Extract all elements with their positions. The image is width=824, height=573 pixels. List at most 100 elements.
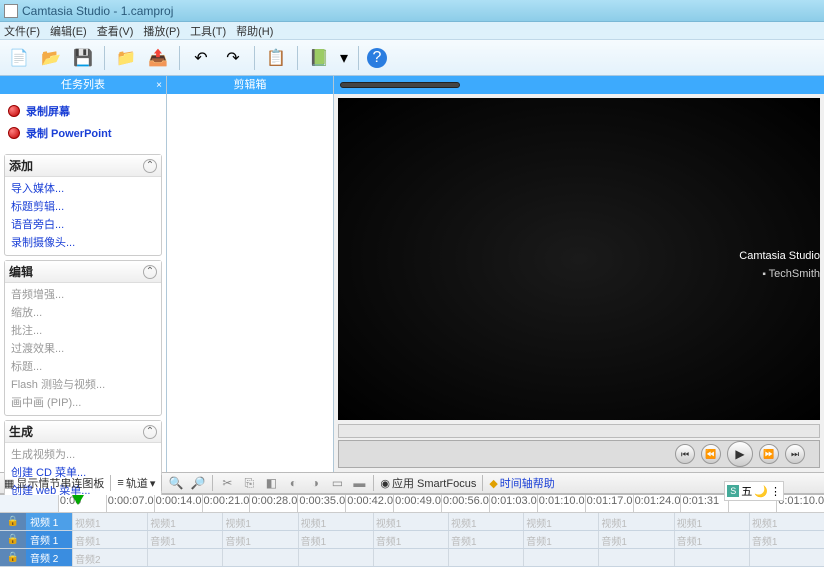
prev-button[interactable]: ⏮: [675, 444, 695, 464]
task-pane-header: 任务列表 ×: [0, 76, 166, 94]
tool-icon[interactable]: ◐: [285, 475, 301, 491]
timeline-track[interactable]: 🔒音频 1音频1音频1音频1音频1音频1音频1音频1音频1音频1音频1: [0, 531, 824, 549]
section-header[interactable]: 添加 ⌃: [5, 155, 161, 177]
clip[interactable]: 音频1: [674, 531, 749, 548]
clip[interactable]: 音频1: [298, 531, 373, 548]
preview-slider[interactable]: [340, 82, 460, 88]
clip[interactable]: 视频1: [72, 513, 147, 530]
menu-edit[interactable]: 编辑(E): [50, 23, 87, 39]
smartfocus-button[interactable]: ◉ 应用 SmartFocus: [380, 475, 476, 491]
cut-icon[interactable]: ✂: [219, 475, 235, 491]
rewind-button[interactable]: ⏪: [701, 444, 721, 464]
record-screen-button[interactable]: 录制屏幕: [4, 100, 162, 122]
menu-help[interactable]: 帮助(H): [236, 23, 273, 39]
track-label[interactable]: 音频 2: [26, 549, 72, 566]
produce-button[interactable]: 📗: [306, 45, 332, 71]
record-powerpoint-button[interactable]: 录制 PowerPoint: [4, 122, 162, 144]
window-titlebar: Camtasia Studio - 1.camproj: [0, 0, 824, 22]
show-storyboard-button[interactable]: ▦ 显示情节串连图板: [4, 475, 104, 491]
clip[interactable]: [222, 549, 297, 566]
undo-button[interactable]: ↶: [188, 45, 214, 71]
section-header[interactable]: 编辑⌃: [5, 261, 161, 283]
clip[interactable]: 音频1: [72, 531, 147, 548]
tracks-menu-button[interactable]: ≡ 轨道 ▾: [117, 475, 155, 491]
track-label[interactable]: 视频 1: [26, 513, 72, 530]
lock-icon[interactable]: 🔒: [0, 531, 26, 548]
clip-bin-area[interactable]: [167, 94, 333, 472]
task-link[interactable]: 语音旁白...: [11, 215, 155, 233]
menu-tools[interactable]: 工具(T): [190, 23, 226, 39]
clip[interactable]: 视频1: [523, 513, 598, 530]
task-link[interactable]: 录制摄像头...: [11, 233, 155, 251]
clip[interactable]: 音频1: [749, 531, 824, 548]
task-link[interactable]: 标题剪辑...: [11, 197, 155, 215]
lock-icon[interactable]: 🔒: [0, 549, 26, 566]
timeline-track[interactable]: 🔒视频 1视频1视频1视频1视频1视频1视频1视频1视频1视频1视频1: [0, 513, 824, 531]
next-button[interactable]: ⏭: [785, 444, 805, 464]
menu-file[interactable]: 文件(F): [4, 23, 40, 39]
track-content[interactable]: 音频1音频1音频1音频1音频1音频1音频1音频1音频1音频1: [72, 531, 824, 548]
open-button[interactable]: 📂: [38, 45, 64, 71]
clip[interactable]: 音频2: [72, 549, 147, 566]
timeline-ruler[interactable]: 0:000:00:07.000:00:14.000:00:21.000:00:2…: [0, 495, 824, 513]
timeline-help-button[interactable]: ◆ 时间轴帮助: [489, 475, 554, 491]
tool-icon[interactable]: ▭: [329, 475, 345, 491]
help-button[interactable]: ?: [367, 48, 387, 68]
clip[interactable]: 音频1: [373, 531, 448, 548]
zoom-out-icon[interactable]: 🔎: [190, 475, 206, 491]
section-title: 添加: [9, 157, 33, 174]
clip[interactable]: 音频1: [222, 531, 297, 548]
clip[interactable]: 音频1: [523, 531, 598, 548]
chevron-icon[interactable]: ⌃: [143, 159, 157, 173]
lock-icon[interactable]: 🔒: [0, 513, 26, 530]
close-icon[interactable]: ×: [156, 77, 162, 95]
preview-scrollbar[interactable]: [338, 424, 820, 438]
clip[interactable]: [147, 549, 222, 566]
clip[interactable]: 视频1: [598, 513, 673, 530]
import-button[interactable]: 📁: [113, 45, 139, 71]
redo-button[interactable]: ↷: [220, 45, 246, 71]
clip[interactable]: [598, 549, 673, 566]
tool-icon[interactable]: ◑: [307, 475, 323, 491]
export-button[interactable]: 📤: [145, 45, 171, 71]
playhead-icon[interactable]: [72, 495, 84, 505]
ime-indicator[interactable]: S 五 🌙 ⋮: [724, 481, 784, 501]
chevron-icon[interactable]: ⌃: [143, 265, 157, 279]
section-header[interactable]: 生成⌃: [5, 421, 161, 443]
clip[interactable]: 视频1: [373, 513, 448, 530]
clip-bin-title: 剪辑箱: [234, 79, 267, 91]
tool-icon[interactable]: ▬: [351, 475, 367, 491]
menu-play[interactable]: 播放(P): [143, 23, 180, 39]
tool-icon[interactable]: ◧: [263, 475, 279, 491]
clip[interactable]: [373, 549, 448, 566]
zoom-in-icon[interactable]: 🔍: [168, 475, 184, 491]
clip[interactable]: [523, 549, 598, 566]
clip[interactable]: 音频1: [598, 531, 673, 548]
clip[interactable]: 音频1: [448, 531, 523, 548]
dropdown-icon[interactable]: ▾: [338, 45, 350, 71]
new-button[interactable]: 📄: [6, 45, 32, 71]
clip[interactable]: [674, 549, 749, 566]
forward-button[interactable]: ⏩: [759, 444, 779, 464]
options-button[interactable]: 📋: [263, 45, 289, 71]
clip[interactable]: 音频1: [147, 531, 222, 548]
split-icon[interactable]: ⎘: [241, 475, 257, 491]
play-button[interactable]: ▶: [727, 441, 753, 467]
track-content[interactable]: 音频2: [72, 549, 824, 566]
timeline-track[interactable]: 🔒音频 2音频2: [0, 549, 824, 567]
clip[interactable]: 视频1: [674, 513, 749, 530]
clip[interactable]: 视频1: [749, 513, 824, 530]
track-label[interactable]: 音频 1: [26, 531, 72, 548]
save-button[interactable]: 💾: [70, 45, 96, 71]
clip[interactable]: 视频1: [448, 513, 523, 530]
clip[interactable]: 视频1: [298, 513, 373, 530]
clip[interactable]: 视频1: [147, 513, 222, 530]
menu-view[interactable]: 查看(V): [97, 23, 134, 39]
track-content[interactable]: 视频1视频1视频1视频1视频1视频1视频1视频1视频1视频1: [72, 513, 824, 530]
clip[interactable]: 视频1: [222, 513, 297, 530]
chevron-icon[interactable]: ⌃: [143, 425, 157, 439]
clip[interactable]: [749, 549, 824, 566]
clip[interactable]: [298, 549, 373, 566]
clip[interactable]: [448, 549, 523, 566]
task-link[interactable]: 导入媒体...: [11, 179, 155, 197]
